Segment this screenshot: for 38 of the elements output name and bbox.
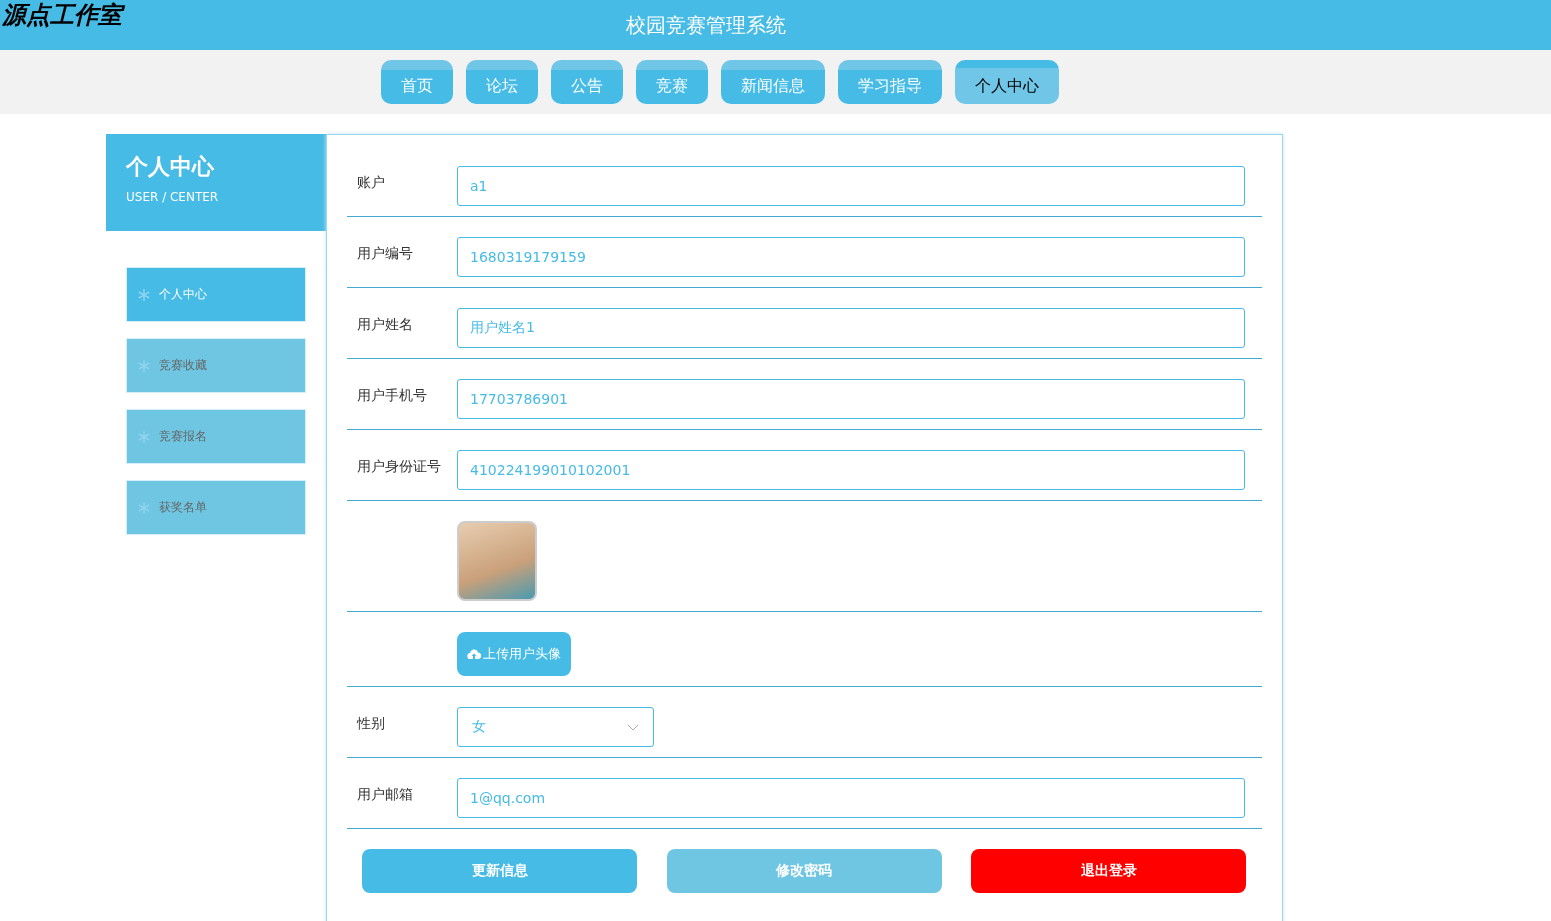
sidebar-title: 个人中心 xyxy=(126,153,215,181)
sidebar-subtitle: USER / CENTER xyxy=(126,190,220,204)
nav-tab[interactable]: 新闻信息 xyxy=(721,60,825,104)
nav-tab[interactable]: 论坛 xyxy=(466,60,538,104)
field-label: 性别 xyxy=(355,714,386,733)
snowflake-icon xyxy=(137,287,151,302)
action-button[interactable]: 退出登录 xyxy=(971,849,1246,893)
site-title: 校园竞赛管理系统 xyxy=(625,12,786,39)
nav-tab[interactable]: 公告 xyxy=(551,60,623,104)
snowflake-icon xyxy=(137,500,151,515)
field-label: 用户身份证号 xyxy=(356,457,442,476)
field-label: 账户 xyxy=(356,173,386,192)
action-button[interactable]: 修改密码 xyxy=(666,849,942,893)
field-label: 用户姓名 xyxy=(356,315,414,334)
chevron-down-icon xyxy=(627,723,639,731)
snowflake-icon xyxy=(137,358,151,373)
sidebar-item[interactable]: 竞赛报名 xyxy=(126,409,306,464)
gender-select[interactable]: 女 xyxy=(457,707,654,747)
field-label: 用户编号 xyxy=(356,244,414,263)
action-button[interactable]: 更新信息 xyxy=(362,849,637,893)
nav-tab[interactable]: 竞赛 xyxy=(636,60,708,104)
input-field[interactable]: 17703786901 xyxy=(457,379,1245,419)
nav-tab[interactable]: 个人中心 xyxy=(955,60,1059,104)
input-field[interactable]: 1@qq.com xyxy=(457,778,1245,818)
cloud-upload-icon xyxy=(467,648,481,660)
sidebar-item[interactable]: 个人中心 xyxy=(126,267,306,322)
snowflake-icon xyxy=(137,429,151,444)
field-label: 用户邮箱 xyxy=(356,785,414,804)
sidebar-item[interactable]: 获奖名单 xyxy=(126,480,306,535)
nav-tab[interactable]: 学习指导 xyxy=(838,60,942,104)
input-field[interactable]: 用户姓名1 xyxy=(457,308,1245,348)
sidebar-item[interactable]: 竞赛收藏 xyxy=(126,338,306,393)
input-field[interactable]: 1680319179159 xyxy=(457,237,1245,277)
field-label: 用户手机号 xyxy=(356,386,428,405)
input-field[interactable]: a1 xyxy=(457,166,1245,206)
upload-avatar-button[interactable]: 上传用户头像 xyxy=(457,632,571,676)
input-field[interactable]: 410224199010102001 xyxy=(457,450,1245,490)
nav-tab[interactable]: 首页 xyxy=(381,60,453,104)
